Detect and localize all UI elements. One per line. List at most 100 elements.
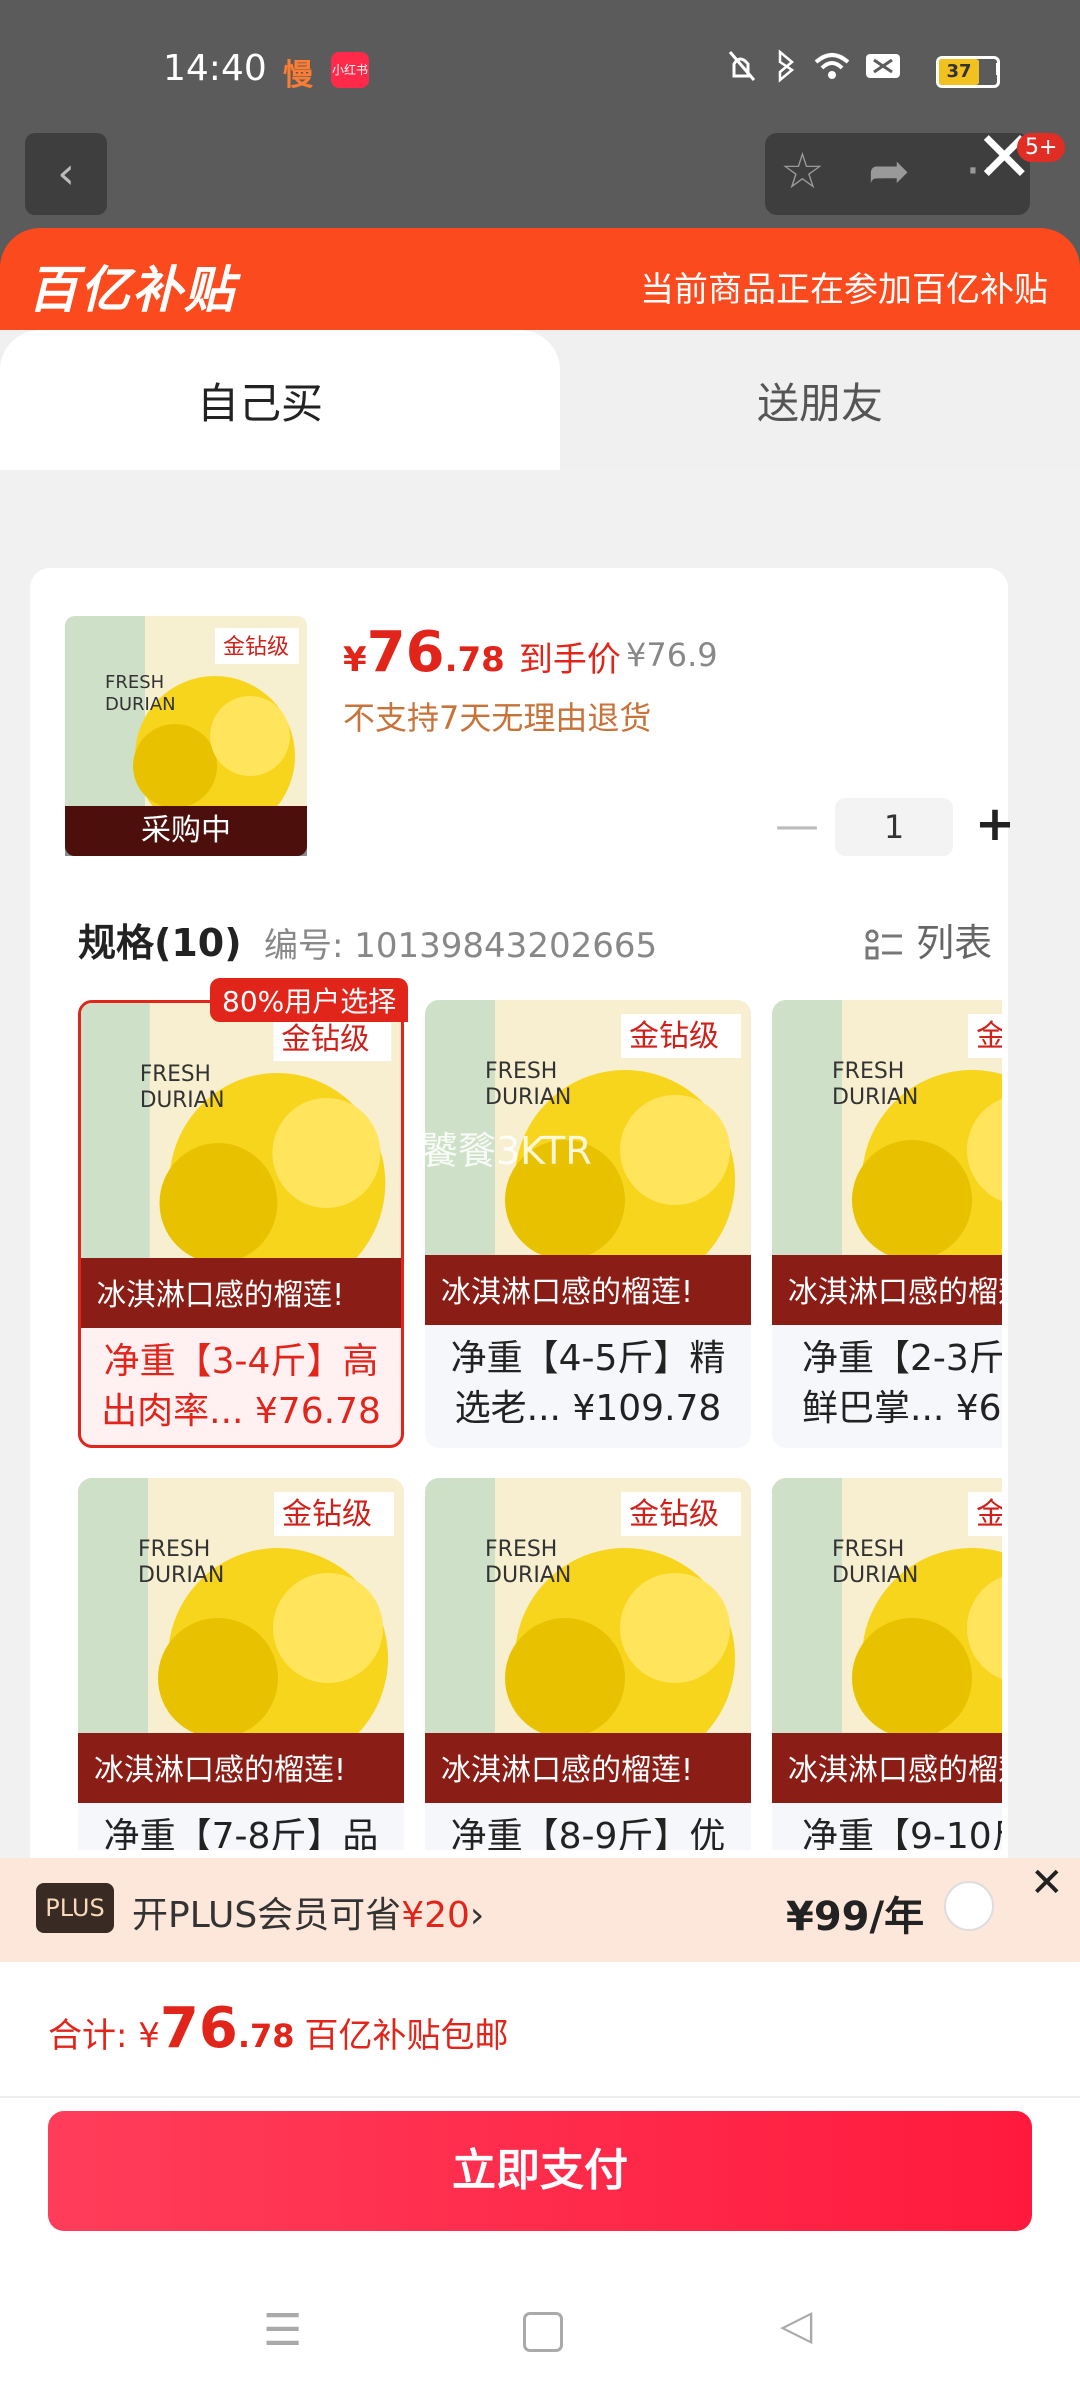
spec-option-line1: 净重【9-10斤 — [802, 1816, 1002, 1850]
svg-text:DURIAN: DURIAN — [105, 694, 176, 715]
tab-buy-self-label[interactable]: 自己买 — [0, 370, 520, 431]
durian-image: 金钻级 FRESH DURIAN 冰淇淋口感的榴莲! — [81, 1003, 401, 1328]
plus-badge: PLUS — [36, 1883, 114, 1933]
spec-title: 规格(10) — [78, 921, 242, 965]
total-integer: 76 — [159, 1996, 238, 2061]
svg-text:冰淇淋口感的榴莲!: 冰淇淋口感的榴莲! — [441, 1275, 693, 1310]
svg-text:冰淇淋口感的榴莲!: 冰淇淋口感的榴莲! — [441, 1753, 693, 1788]
back-triangle-icon[interactable]: ◁ — [780, 2300, 812, 2349]
home-icon[interactable] — [523, 2312, 563, 2352]
list-icon — [865, 929, 902, 959]
svg-text:FRESH: FRESH — [485, 1059, 557, 1084]
svg-text:金钻级: 金钻级 — [976, 1019, 1002, 1054]
quantity-input[interactable]: 1 — [835, 798, 953, 856]
notification-badge: 5+ — [1017, 133, 1066, 162]
svg-text:DURIAN: DURIAN — [832, 1563, 918, 1588]
battery-level: 37 — [939, 59, 979, 85]
plus-select-radio[interactable] — [944, 1881, 994, 1931]
close-plus-icon[interactable]: ✕ — [1030, 1860, 1064, 1906]
spec-option-label: 净重【8-9斤】优 — [425, 1812, 751, 1850]
svg-text:FRESH: FRESH — [832, 1059, 904, 1084]
spec-option-5[interactable]: 金钻级 FRESH DURIAN 冰淇淋口感的榴莲! 净重【8-9斤】优 — [425, 1478, 751, 1850]
price-decimal: .78 — [444, 640, 505, 680]
price-symbol: ¥ — [343, 640, 367, 680]
durian-image: 金钻级 FRESH DURIAN 冰淇淋口感的榴莲! — [772, 1000, 1002, 1325]
chevron-right-icon: › — [469, 1895, 485, 1936]
svg-text:金钻级: 金钻级 — [629, 1019, 719, 1054]
spec-option-3[interactable]: 金钻级 FRESH DURIAN 冰淇淋口感的榴莲! 净重【2-3斤 鲜巴掌..… — [772, 1000, 1002, 1448]
spec-option-line1: 净重【3-4斤】高 — [103, 1341, 379, 1382]
battery-icon: 37 — [936, 56, 1000, 88]
durian-image: 金钻级 FRESH DURIAN 冰淇淋口感的榴莲! — [772, 1478, 1002, 1803]
order-total: 合计: ¥76.78 百亿补贴包邮 — [48, 1996, 509, 2061]
favorite-icon[interactable]: ☆ — [780, 142, 825, 200]
svg-text:金钻级: 金钻级 — [281, 1022, 369, 1057]
svg-text:冰淇淋口感的榴莲!: 冰淇淋口感的榴莲! — [788, 1753, 1002, 1788]
status-system-icons — [728, 49, 900, 83]
durian-image: 金钻级 FRESH DURIAN 冰淇淋口感的榴莲! — [425, 1478, 751, 1803]
spec-option-line1: 净重【4-5斤】精 — [450, 1338, 726, 1379]
svg-text:FRESH: FRESH — [485, 1537, 557, 1562]
durian-image: 金钻级 FRESH DURIAN 冰淇淋口感的榴莲! — [78, 1478, 404, 1803]
popular-choice-badge: 80%用户选择 — [210, 978, 409, 1022]
spec-option-label: 净重【4-5斤】精 选老... ¥109.78 — [425, 1334, 751, 1434]
purchasing-overlay: 采购中 — [65, 806, 307, 856]
svg-text:FRESH: FRESH — [832, 1537, 904, 1562]
shipping-note: 百亿补贴包邮 — [304, 2016, 509, 2056]
spec-option-line1: 净重【8-9斤】优 — [450, 1816, 726, 1850]
divider — [0, 2096, 1080, 2098]
status-time: 14:40 — [163, 48, 267, 89]
svg-text:DURIAN: DURIAN — [138, 1563, 224, 1588]
spec-option-4[interactable]: 金钻级 FRESH DURIAN 冰淇淋口感的榴莲! 净重【7-8斤】品 — [78, 1478, 404, 1850]
battery-tip — [996, 63, 1000, 75]
share-icon[interactable]: ➦ — [868, 142, 910, 200]
svg-text:DURIAN: DURIAN — [140, 1088, 225, 1113]
svg-text:冰淇淋口感的榴莲!: 冰淇淋口感的榴莲! — [94, 1753, 346, 1788]
status-icons — [726, 46, 926, 94]
svg-text:金钻级: 金钻级 — [976, 1497, 1002, 1532]
total-decimal: .78 — [237, 2017, 295, 2055]
plus-promo-prefix: 开PLUS会员可省 — [132, 1895, 402, 1936]
list-view-toggle[interactable]: 列表 — [864, 912, 992, 967]
original-price: ¥76.9 — [626, 636, 718, 674]
list-view-label: 列表 — [916, 921, 993, 965]
svg-text:DURIAN: DURIAN — [832, 1085, 918, 1110]
pay-now-button[interactable]: 立即支付 — [48, 2111, 1032, 2231]
plus-price: ¥99/年 — [786, 1894, 925, 1940]
svg-text:FRESH: FRESH — [105, 672, 164, 693]
chevron-left-icon: ‹ — [57, 148, 75, 199]
spec-option-label: 净重【2-3斤 鲜巴掌... ¥6 — [772, 1334, 1002, 1434]
menu-icon[interactable]: ☰ — [263, 2305, 302, 2356]
svg-text:金钻级: 金钻级 — [282, 1497, 372, 1532]
tab-gift-friend[interactable]: 送朋友 — [560, 370, 1080, 431]
spec-option-2[interactable]: 金钻级 FRESH DURIAN 冰淇淋口感的榴莲! 净重【4-5斤】精 选老.… — [425, 1000, 751, 1448]
subsidy-notice: 当前商品正在参加百亿补贴 — [640, 270, 1048, 310]
increase-quantity-button[interactable]: + — [973, 796, 1017, 852]
spec-option-6[interactable]: 金钻级 FRESH DURIAN 冰淇淋口感的榴莲! 净重【9-10斤 — [772, 1478, 1002, 1850]
spec-option-line2: 选老... ¥109.78 — [454, 1388, 722, 1429]
decrease-quantity-button[interactable]: — — [775, 800, 819, 851]
product-code: 编号: 10139843202665 — [264, 926, 658, 966]
total-label: 合计: ¥ — [48, 2016, 160, 2056]
svg-text:冰淇淋口感的榴莲!: 冰淇淋口感的榴莲! — [97, 1278, 344, 1313]
svg-text:FRESH: FRESH — [140, 1062, 211, 1087]
svg-text:DURIAN: DURIAN — [485, 1563, 571, 1588]
price-integer: 76 — [366, 620, 445, 685]
spec-option-line2: 出肉率... ¥76.78 — [101, 1391, 381, 1432]
plus-promo-text[interactable]: 开PLUS会员可省¥20› — [132, 1886, 484, 1938]
final-price: ¥76.78 到手价 — [343, 620, 621, 685]
spec-option-line1: 净重【7-8斤】品 — [103, 1816, 379, 1850]
svg-text:冰淇淋口感的榴莲!: 冰淇淋口感的榴莲! — [788, 1275, 1002, 1310]
back-button[interactable]: ‹ — [25, 133, 107, 215]
svg-text:金钻级: 金钻级 — [223, 635, 289, 660]
spec-option-label: 净重【7-8斤】品 — [78, 1812, 404, 1850]
watermark: 饕餮3KTR — [420, 1129, 592, 1173]
brand-logo: 百亿补贴 — [28, 261, 236, 319]
spec-option-1[interactable]: 金钻级 FRESH DURIAN 冰淇淋口感的榴莲! 净重【3-4斤】高 出肉率… — [78, 1000, 404, 1448]
svg-text:DURIAN: DURIAN — [485, 1085, 571, 1110]
price-label: 到手价 — [518, 640, 621, 680]
spec-option-label: 净重【3-4斤】高 出肉率... ¥76.78 — [81, 1337, 401, 1437]
plus-save-amount: ¥20 — [401, 1895, 470, 1936]
xiaohongshu-notification-icon: 小红书 — [331, 52, 369, 88]
spec-option-label: 净重【9-10斤 — [772, 1812, 1002, 1850]
